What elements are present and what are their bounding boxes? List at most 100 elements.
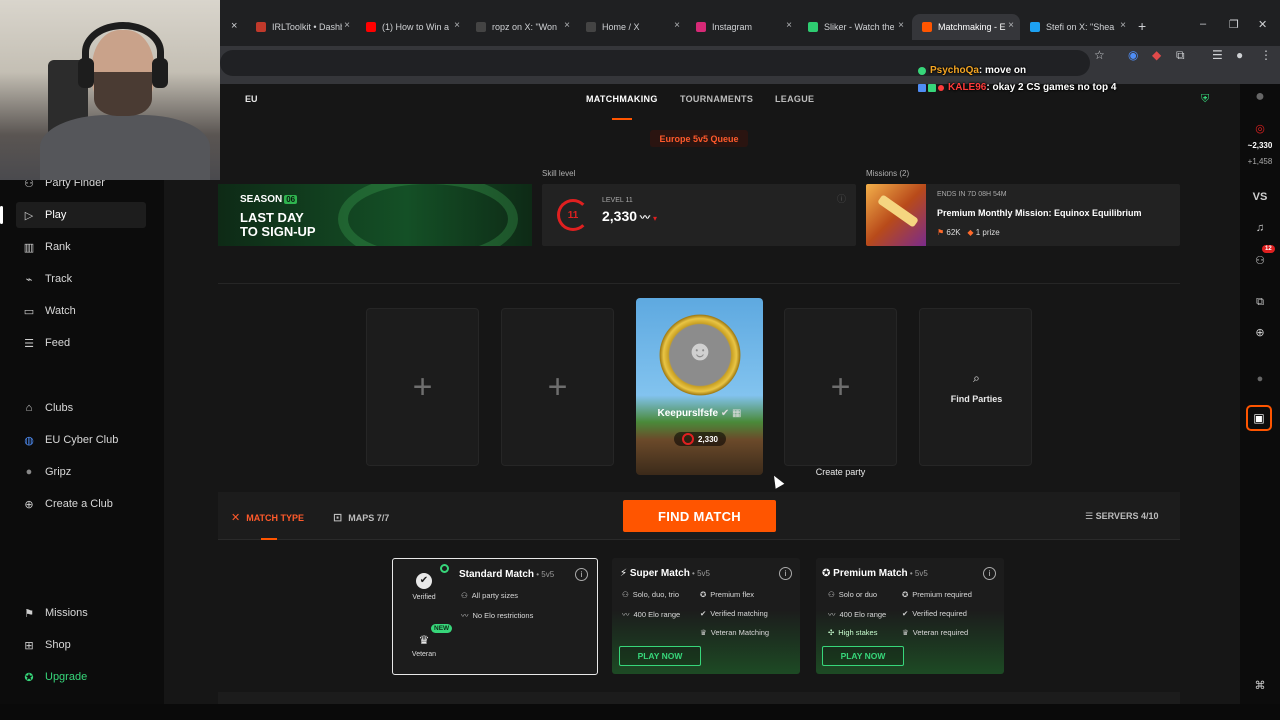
- servers-button[interactable]: ☰ SERVERS 4/10: [1085, 511, 1158, 522]
- season-banner[interactable]: SEASON 06 LAST DAY TO SIGN-UP: [218, 184, 532, 246]
- headset-ear: [152, 58, 168, 88]
- queue-badge[interactable]: Europe 5v5 Queue: [650, 130, 748, 147]
- standard-match-card[interactable]: ✔ Verified NEW ♛ Veteran Standard Match • …: [392, 558, 598, 675]
- window-close-icon[interactable]: ✕: [1258, 18, 1267, 31]
- friends-icon[interactable]: ⚇: [1240, 254, 1280, 267]
- sidebar-item-watch[interactable]: ▭ Watch: [16, 298, 146, 324]
- section-divider: [218, 283, 1180, 284]
- menu-dots-icon[interactable]: ⋮: [1260, 48, 1272, 62]
- bell-icon[interactable]: ♫: [1240, 222, 1280, 234]
- puzzle-icon[interactable]: ⧉: [1176, 48, 1185, 63]
- sidebar-item-clubs[interactable]: ⌂ Clubs: [16, 395, 146, 421]
- track-icon: ⌁: [25, 273, 33, 286]
- vs-button[interactable]: VS: [1240, 191, 1280, 203]
- tab-close-icon[interactable]: ×: [786, 20, 792, 31]
- browser-tab-active[interactable]: Matchmaking - E ×: [912, 14, 1020, 40]
- browser-tab[interactable]: Sliker - Watch the ×: [798, 14, 910, 40]
- reading-list-icon[interactable]: ☰: [1212, 48, 1223, 62]
- info-icon[interactable]: i: [575, 568, 588, 581]
- feed-icon: ☰: [24, 337, 34, 350]
- tab-close-icon[interactable]: ×: [1008, 20, 1014, 31]
- sidebar-item-label: Feed: [45, 337, 71, 349]
- tab-close-icon[interactable]: ×: [674, 20, 680, 31]
- x-favicon-icon: [1030, 22, 1040, 32]
- browser-tab[interactable]: (1) How to Win a ×: [356, 14, 466, 40]
- create-party-tooltip: Create party: [815, 467, 866, 477]
- sidebar-item-shop[interactable]: ⊞ Shop: [16, 632, 146, 658]
- plus-circle-icon[interactable]: ⊕: [1240, 326, 1280, 339]
- browser-tab[interactable]: IRLToolkit • Dashb ×: [246, 14, 356, 40]
- skill-level-card[interactable]: 11 LEVEL 11 2,330 〰 ▾ ⓘ: [542, 184, 856, 246]
- verified-icon: ✔: [902, 609, 909, 618]
- sidebar-item-upgrade[interactable]: ✪ Upgrade: [16, 664, 146, 690]
- browser-tab[interactable]: ropz on X: "Won ×: [466, 14, 576, 40]
- profile-icon[interactable]: ●: [1236, 48, 1243, 62]
- bookmark-star-icon[interactable]: ☆: [1094, 48, 1105, 62]
- premium-match-card[interactable]: ✪ Premium Match • 5v5 i ⚇ Solo or duo 〰 40…: [816, 558, 1004, 674]
- tab-close-icon[interactable]: ×: [344, 20, 350, 31]
- browser-tab[interactable]: Home / X ×: [576, 14, 686, 40]
- feature-item: ♛ Veteran required: [902, 628, 969, 637]
- sidebar-item-feed[interactable]: ☰ Feed: [16, 330, 146, 356]
- sidebar-item-create-club[interactable]: ⊕ Create a Club: [16, 491, 146, 517]
- stream-chat-overlay: PsychoQa : move on KALE96 : okay 2 CS ga…: [918, 62, 1116, 96]
- avatar[interactable]: ●: [1240, 88, 1280, 106]
- sidebar-item-play[interactable]: ▷ Play: [0, 202, 146, 228]
- right-sidebar: [1240, 84, 1280, 720]
- active-tab-indicator: [612, 118, 632, 120]
- mode-title: ✪ Premium Match • 5v5: [822, 568, 928, 579]
- sidebar-item-label: Play: [45, 209, 67, 221]
- user-badge-icon: [938, 84, 944, 91]
- restore-icon[interactable]: ❐: [1229, 18, 1239, 31]
- sidebar-item-eu-cyber-club[interactable]: ◍ EU Cyber Club: [16, 427, 146, 453]
- find-parties-button[interactable]: ⌕ Find Parties: [919, 308, 1032, 466]
- info-icon[interactable]: ⓘ: [837, 192, 846, 205]
- super-match-card[interactable]: ⚡ Super Match • 5v5 i ⚇ Solo, duo, trio 〰…: [612, 558, 800, 674]
- extension-icon[interactable]: ◉: [1128, 48, 1138, 62]
- browser-tab[interactable]: Stefi on X: "Shea ×: [1020, 14, 1132, 40]
- tab-close-icon[interactable]: ×: [564, 20, 570, 31]
- sidebar-item-rank[interactable]: ▥ Rank: [16, 234, 146, 260]
- find-match-button[interactable]: FIND MATCH: [623, 500, 776, 532]
- minimize-icon[interactable]: –: [1200, 18, 1206, 30]
- tab-close-icon[interactable]: ×: [454, 20, 460, 31]
- avatar[interactable]: ●: [1240, 373, 1280, 385]
- close-icon[interactable]: ×: [231, 20, 237, 32]
- sidebar-item-missions[interactable]: ⚑ Missions: [16, 600, 146, 626]
- mission-card[interactable]: ENDS IN 7D 08H 54M Premium Monthly Missi…: [866, 184, 1180, 246]
- player-card[interactable]: ☻ Keepurslfsfe ✔ ▦ 2,330: [636, 298, 763, 475]
- tab-league[interactable]: LEAGUE: [775, 94, 814, 104]
- sidebar-item-track[interactable]: ⌁ Track: [16, 266, 146, 292]
- globe-icon: ◍: [24, 434, 34, 447]
- premium-play-now-button[interactable]: PLAY NOW: [822, 646, 904, 666]
- watch-icon: ▭: [23, 305, 35, 318]
- sidebar-item-gripz[interactable]: ● Gripz: [16, 459, 146, 485]
- party-icon[interactable]: ⧉: [1240, 296, 1280, 309]
- party-slot-add[interactable]: +: [366, 308, 479, 466]
- extension-icon[interactable]: ◆: [1152, 48, 1161, 62]
- tab-maps[interactable]: ⊡ MAPS 7/7: [333, 511, 389, 524]
- chat-icon[interactable]: ⌘: [1240, 679, 1280, 692]
- tab-matchmaking[interactable]: MATCHMAKING: [586, 94, 658, 104]
- region-selector[interactable]: EU: [245, 94, 258, 104]
- veteran-option[interactable]: ♛ Veteran: [401, 633, 447, 658]
- new-tab-button[interactable]: +: [1138, 18, 1146, 34]
- tab-close-icon[interactable]: ×: [898, 20, 904, 31]
- party-slot-add[interactable]: +: [501, 308, 614, 466]
- tab-close-icon[interactable]: ×: [1120, 20, 1126, 31]
- browser-tab[interactable]: Instagram ×: [686, 14, 798, 40]
- verified-option[interactable]: ✔ Verified: [401, 573, 447, 601]
- party-slot-add[interactable]: +: [784, 308, 897, 466]
- bottom-strip: [0, 704, 1280, 720]
- elo-value: ~2,330: [1247, 141, 1273, 150]
- shield-icon[interactable]: ⛨: [1201, 93, 1209, 106]
- super-play-now-button[interactable]: PLAY NOW: [619, 646, 701, 666]
- tab-tournaments[interactable]: TOURNAMENTS: [680, 94, 753, 104]
- play-icon: ▷: [24, 209, 34, 222]
- info-icon[interactable]: i: [983, 567, 996, 580]
- streamer-body: [40, 115, 210, 180]
- season-label: SEASON 06: [240, 194, 298, 205]
- chip-icon[interactable]: ▣: [1246, 405, 1272, 431]
- tab-match-type[interactable]: ✕ MATCH TYPE: [231, 511, 304, 524]
- info-icon[interactable]: i: [779, 567, 792, 580]
